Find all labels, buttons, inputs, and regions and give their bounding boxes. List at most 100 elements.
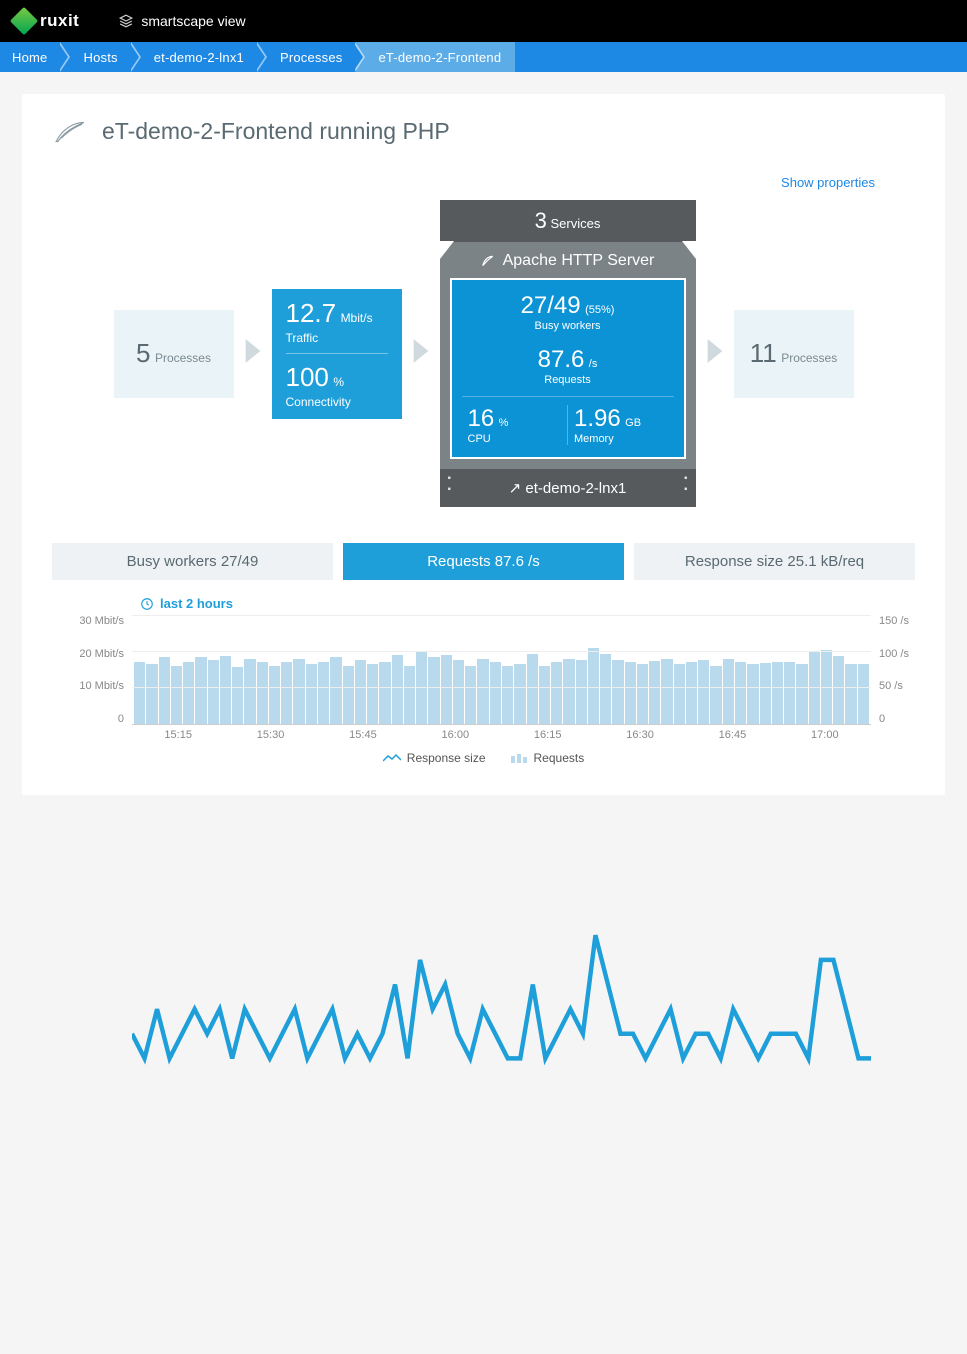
chart-bar xyxy=(453,660,464,724)
server-metrics: 27/49 (55%) Busy workers 87.6 /s Request… xyxy=(450,278,686,459)
brand-logo[interactable]: ruxit xyxy=(14,11,79,31)
chart-bar xyxy=(330,657,341,724)
chart-bar xyxy=(392,655,403,724)
chart-bar xyxy=(441,655,452,724)
chart-bar xyxy=(612,660,623,724)
feather-small-icon xyxy=(481,254,495,268)
view-label: smartscape view xyxy=(141,13,245,29)
chart-bar xyxy=(576,660,587,724)
chart-bar xyxy=(244,659,255,724)
logo-cube-icon xyxy=(10,7,38,35)
chart-legend: Response size Requests xyxy=(52,751,915,765)
chart-bar xyxy=(710,666,721,724)
show-properties-link[interactable]: Show properties xyxy=(52,175,915,190)
chart-bar xyxy=(477,659,488,724)
timerange-picker[interactable]: last 2 hours xyxy=(140,596,915,611)
breadcrumb: HomeHostset-demo-2-lnx1ProcesseseT-demo-… xyxy=(0,42,967,72)
traffic-box[interactable]: 12.7 Mbit/s Traffic 100 % Connectivity xyxy=(272,289,402,419)
chart-bar xyxy=(588,648,599,724)
left-processes-box[interactable]: 5 Processes xyxy=(114,310,234,398)
legend-requests: Requests xyxy=(510,751,585,765)
services-header: 3 Services xyxy=(440,200,696,242)
arrow-icon xyxy=(700,336,730,371)
chart-bar xyxy=(318,662,329,724)
chart-bar xyxy=(379,662,390,724)
chart-bar xyxy=(674,664,685,724)
server-stack[interactable]: 3 Services Apache HTTP Server 27/49 (55%… xyxy=(440,200,696,507)
breadcrumb-item[interactable]: et-demo-2-lnx1 xyxy=(132,42,258,72)
external-link-icon: ↗ xyxy=(509,480,522,497)
chart-bar xyxy=(220,656,231,724)
chart-bar xyxy=(269,666,280,724)
chart-bar xyxy=(698,660,709,724)
chart-bar xyxy=(625,662,636,724)
chart-bar xyxy=(343,666,354,724)
chart-bar xyxy=(723,659,734,724)
arrow-icon xyxy=(406,336,436,371)
view-switcher[interactable]: smartscape view xyxy=(119,13,245,29)
breadcrumb-item[interactable]: Home xyxy=(0,42,61,72)
chart-bar xyxy=(514,664,525,724)
chart-bar xyxy=(760,663,771,724)
main-card: eT-demo-2-Frontend running PHP Show prop… xyxy=(22,94,945,795)
handle-icon: ▪▪ xyxy=(684,473,688,495)
chart-bar xyxy=(404,666,415,724)
chart-bar xyxy=(306,664,317,724)
metric-tabs: Busy workers 27/49 Requests 87.6 /s Respon… xyxy=(52,543,915,580)
chart-bar xyxy=(195,657,206,724)
tab-1[interactable]: Requests 87.6 /s xyxy=(343,543,624,580)
chart-bar xyxy=(563,659,574,724)
feather-icon xyxy=(52,119,88,145)
chart-bar xyxy=(208,660,219,724)
chart-bar xyxy=(784,662,795,724)
chart-bar xyxy=(171,666,182,724)
chart-bar xyxy=(527,654,538,724)
breadcrumb-item[interactable]: Processes xyxy=(258,42,357,72)
chart-bar xyxy=(490,662,501,724)
x-axis: 15:1515:3015:4516:0016:1516:3016:4517:00 xyxy=(132,725,871,741)
chart-bar xyxy=(637,664,648,724)
chart-bar xyxy=(772,662,783,724)
arrow-icon xyxy=(238,336,268,371)
legend-response-size: Response size xyxy=(383,751,486,765)
chart-bar xyxy=(146,664,157,724)
y-axis-right: 150 /s100 /s50 /s0 xyxy=(871,615,915,725)
chart-bar xyxy=(539,666,550,724)
brand-text: ruxit xyxy=(40,11,79,31)
clock-icon xyxy=(140,597,154,611)
chart-bar xyxy=(281,662,292,724)
breadcrumb-item[interactable]: eT-demo-2-Frontend xyxy=(356,42,515,72)
chart-bar xyxy=(232,667,243,724)
line-legend-icon xyxy=(383,753,401,763)
chart-bar xyxy=(747,664,758,724)
server-name: Apache HTTP Server xyxy=(450,252,686,270)
chart-bar xyxy=(661,659,672,724)
chart-bar xyxy=(649,661,660,724)
chart-bar xyxy=(183,662,194,724)
chart-bar xyxy=(735,662,746,724)
host-link[interactable]: ▪▪ ▪▪ ↗ et-demo-2-lnx1 xyxy=(440,469,696,507)
chart-bar xyxy=(845,664,856,724)
chart-bar xyxy=(686,662,697,724)
chart-bar xyxy=(502,666,513,724)
breadcrumb-item[interactable]: Hosts xyxy=(61,42,131,72)
chart-bar xyxy=(134,662,145,724)
chart-bar xyxy=(551,662,562,724)
chart-bar xyxy=(293,659,304,724)
page-title: eT-demo-2-Frontend running PHP xyxy=(52,118,915,145)
top-bar: ruxit smartscape view xyxy=(0,0,967,42)
chart-canvas[interactable] xyxy=(132,615,871,725)
chart-bar xyxy=(796,664,807,724)
chart-area: 30 Mbit/s20 Mbit/s10 Mbit/s0 150 /s100 /… xyxy=(52,615,915,725)
tab-2[interactable]: Response size 25.1 kB/req xyxy=(634,543,915,580)
bar-legend-icon xyxy=(510,753,528,763)
chart-bar xyxy=(465,666,476,724)
chart-bar xyxy=(159,657,170,724)
chart-bar xyxy=(257,662,268,724)
chart-bar xyxy=(600,654,611,724)
tab-0[interactable]: Busy workers 27/49 xyxy=(52,543,333,580)
y-axis-left: 30 Mbit/s20 Mbit/s10 Mbit/s0 xyxy=(52,615,132,725)
chart-bar xyxy=(858,664,869,724)
right-processes-box[interactable]: 11 Processes xyxy=(734,310,854,398)
layers-icon xyxy=(119,14,133,28)
